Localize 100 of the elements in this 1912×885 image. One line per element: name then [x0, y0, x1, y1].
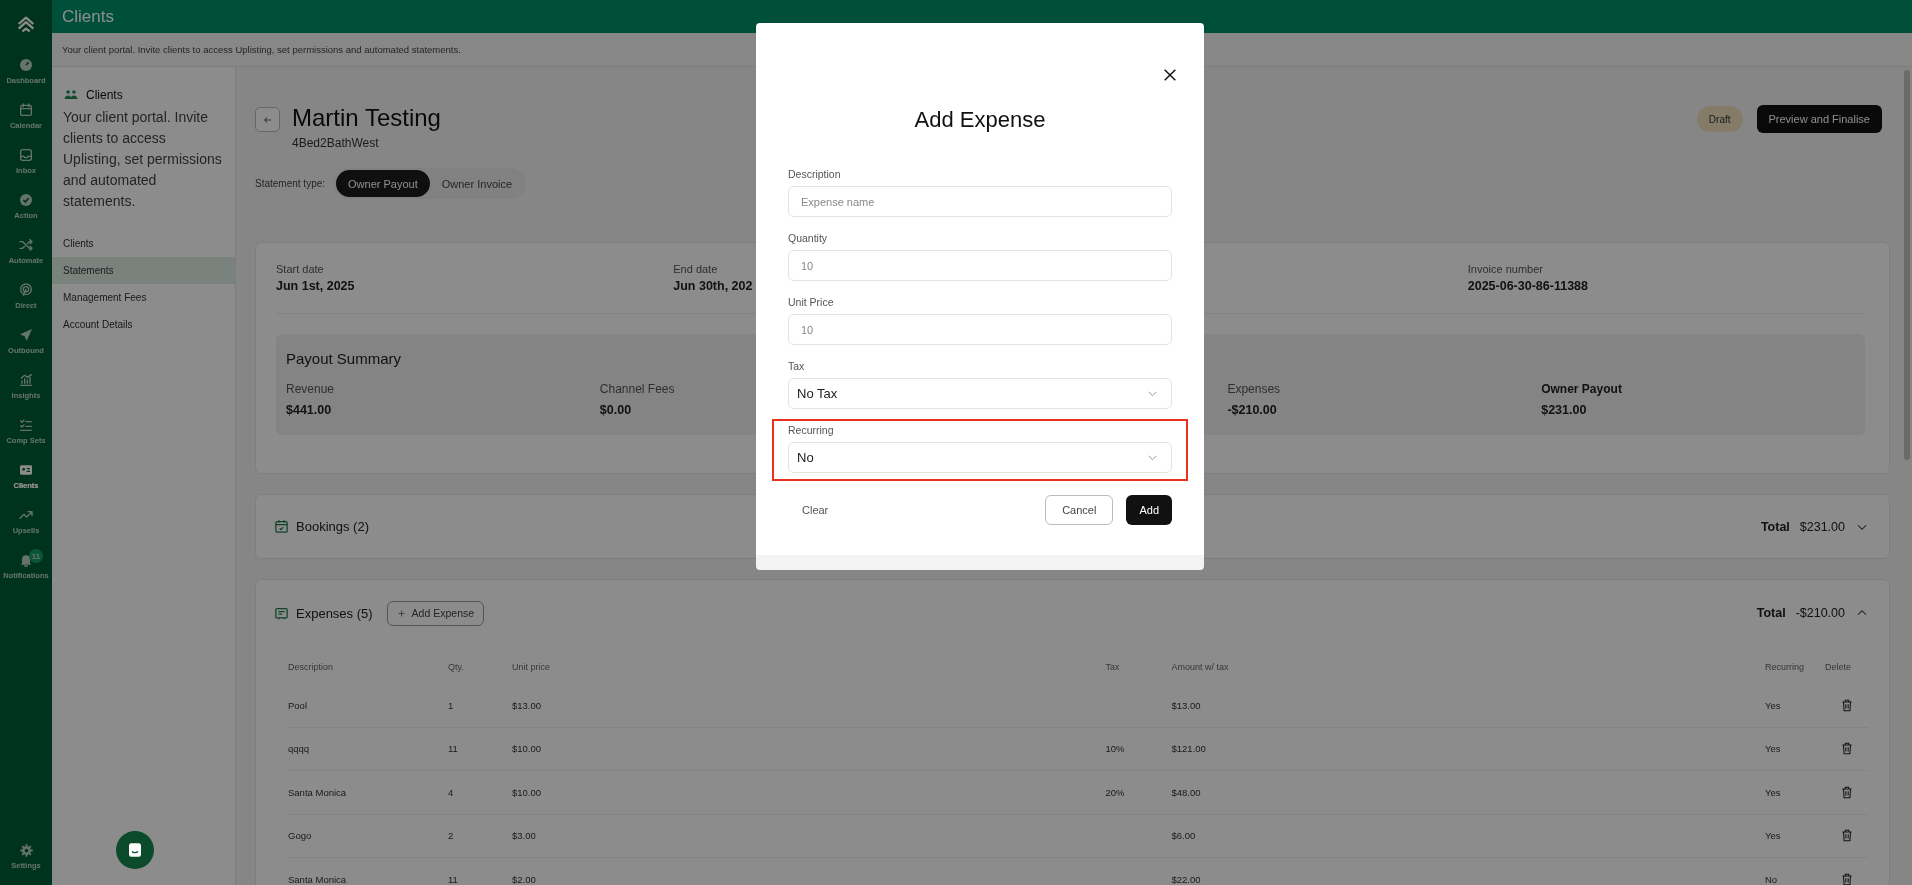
detail-label: End date [673, 263, 718, 275]
table-cell: 1 [448, 699, 454, 711]
table-cell: $6.00 [1171, 830, 1196, 842]
table-cell: $2.00 [512, 873, 536, 885]
summary-label: Channel Fees [599, 382, 675, 396]
summary-value: $231.00 [1541, 402, 1587, 418]
column-header: Description [288, 662, 334, 672]
inbox-icon [18, 146, 34, 163]
card-title: Bookings (2) [296, 519, 369, 534]
trash-icon[interactable] [1840, 741, 1854, 757]
table-cell: 10% [1105, 743, 1125, 755]
column-header: Recurring [1765, 662, 1804, 672]
column-header: Qty. [448, 662, 464, 672]
table-cell: Yes [1765, 786, 1781, 798]
receipt-icon [274, 605, 289, 621]
section-nav-item[interactable]: Account Details [52, 311, 235, 338]
field-label: Tax [788, 360, 806, 373]
calendar-check-icon [274, 519, 289, 534]
total-value: $231.00 [1799, 519, 1845, 534]
section-title: Clients [86, 88, 123, 102]
table-cell: $121.00 [1171, 743, 1206, 755]
summary-value: $441.00 [286, 402, 332, 418]
add-expense-button[interactable]: Add Expense [386, 600, 485, 626]
target-icon [18, 281, 34, 298]
table-cell: $22.00 [1171, 873, 1201, 885]
summary-title: Payout Summary [286, 350, 402, 368]
trash-icon[interactable] [1840, 697, 1854, 713]
total-value: -$210.00 [1795, 606, 1845, 620]
plus-icon [396, 608, 406, 618]
table-cell: Yes [1765, 830, 1781, 842]
add-button[interactable]: Add [1126, 495, 1172, 525]
trash-icon[interactable] [1840, 828, 1854, 844]
page-title: Clients [62, 6, 114, 27]
section-description: Your client portal. Invite clients to access Uplisting, set permissions and automated statements. [62, 108, 223, 211]
table-cell: $3.00 [512, 830, 536, 842]
notification-badge: 11 [29, 549, 43, 563]
card-title: Expenses (5) [296, 605, 373, 621]
table-cell: $13.00 [1171, 699, 1201, 711]
column-header: Amount w/ tax [1171, 662, 1229, 672]
field-label: Quantity [788, 232, 829, 245]
summary-value: -$210.00 [1227, 402, 1277, 418]
input-field[interactable]: 10 [788, 250, 1172, 281]
segment-option[interactable]: Owner Invoice [429, 170, 525, 197]
preview-button[interactable]: Preview and Finalise [1756, 105, 1882, 133]
section-nav-item[interactable]: Clients [52, 230, 235, 257]
field-label: Recurring [788, 424, 835, 437]
gauge-icon [18, 56, 34, 73]
table-cell: 2 [448, 830, 454, 842]
table-cell: $48.00 [1171, 786, 1201, 798]
scrollbar-thumb[interactable] [1904, 70, 1910, 460]
summary-label: Owner Payout [1541, 382, 1622, 396]
status-badge: Draft [1696, 106, 1743, 132]
table-cell: qqqq [288, 743, 310, 755]
table-cell: Pool [288, 699, 307, 711]
chart-icon [18, 371, 34, 388]
section-nav-item[interactable]: Statements [52, 257, 235, 284]
detail-value: 2025-06-30-86-11388 [1467, 279, 1588, 293]
dialog-title: Add Expense [913, 107, 1047, 133]
total-label: Total [1756, 606, 1786, 620]
field-label: Unit Price [788, 296, 835, 309]
table-cell: $13.00 [512, 699, 542, 711]
calendar-icon [18, 101, 34, 118]
close-icon[interactable] [1162, 67, 1178, 83]
clear-button[interactable]: Clear [788, 495, 843, 525]
column-header: Tax [1105, 662, 1120, 672]
paper-plane-icon [18, 326, 34, 343]
table-cell: 11 [448, 743, 458, 755]
shuffle-icon [18, 236, 34, 253]
table-cell: Gogo [288, 830, 312, 842]
detail-label: Invoice number [1467, 263, 1543, 275]
input-field[interactable]: Expense name [788, 186, 1172, 217]
table-cell: Yes [1765, 743, 1781, 755]
table-cell: 20% [1105, 786, 1125, 798]
column-header: Unit price [512, 662, 550, 672]
table-cell: Santa Monica [288, 873, 347, 885]
dropdown[interactable]: No Tax [788, 378, 1172, 409]
cancel-button[interactable]: Cancel [1045, 495, 1114, 525]
gear-icon [18, 843, 34, 858]
trash-icon[interactable] [1840, 784, 1854, 800]
table-cell: No [1765, 873, 1778, 885]
field-label: Description [788, 168, 842, 181]
arrow-left-icon [262, 114, 273, 125]
segment-option[interactable]: Owner Payout [336, 170, 430, 197]
detail-value: Jun 1st, 2025 [276, 279, 355, 293]
table-cell: 11 [448, 873, 458, 885]
detail-label: Start date [276, 263, 324, 275]
detail-value: Jun 30th, 202 [673, 279, 753, 293]
summary-value: $0.00 [599, 402, 632, 418]
section-nav-item[interactable]: Management Fees [52, 284, 235, 311]
table-cell: Santa Monica [288, 786, 347, 798]
column-header: Delete [1825, 662, 1851, 672]
page-description: Your client portal. Invite clients to access Uplisting, set permissions and automated statements. [62, 44, 461, 55]
property-name: 4Bed2BathWest [292, 136, 380, 150]
statement-title: Martin Testing [292, 104, 441, 132]
table-cell: Yes [1765, 699, 1781, 711]
summary-label: Expenses [1227, 382, 1281, 396]
field-label: Statement type: [255, 178, 326, 189]
trash-icon[interactable] [1840, 871, 1854, 885]
input-field[interactable]: 10 [788, 314, 1172, 345]
dropdown[interactable]: No [788, 442, 1172, 473]
